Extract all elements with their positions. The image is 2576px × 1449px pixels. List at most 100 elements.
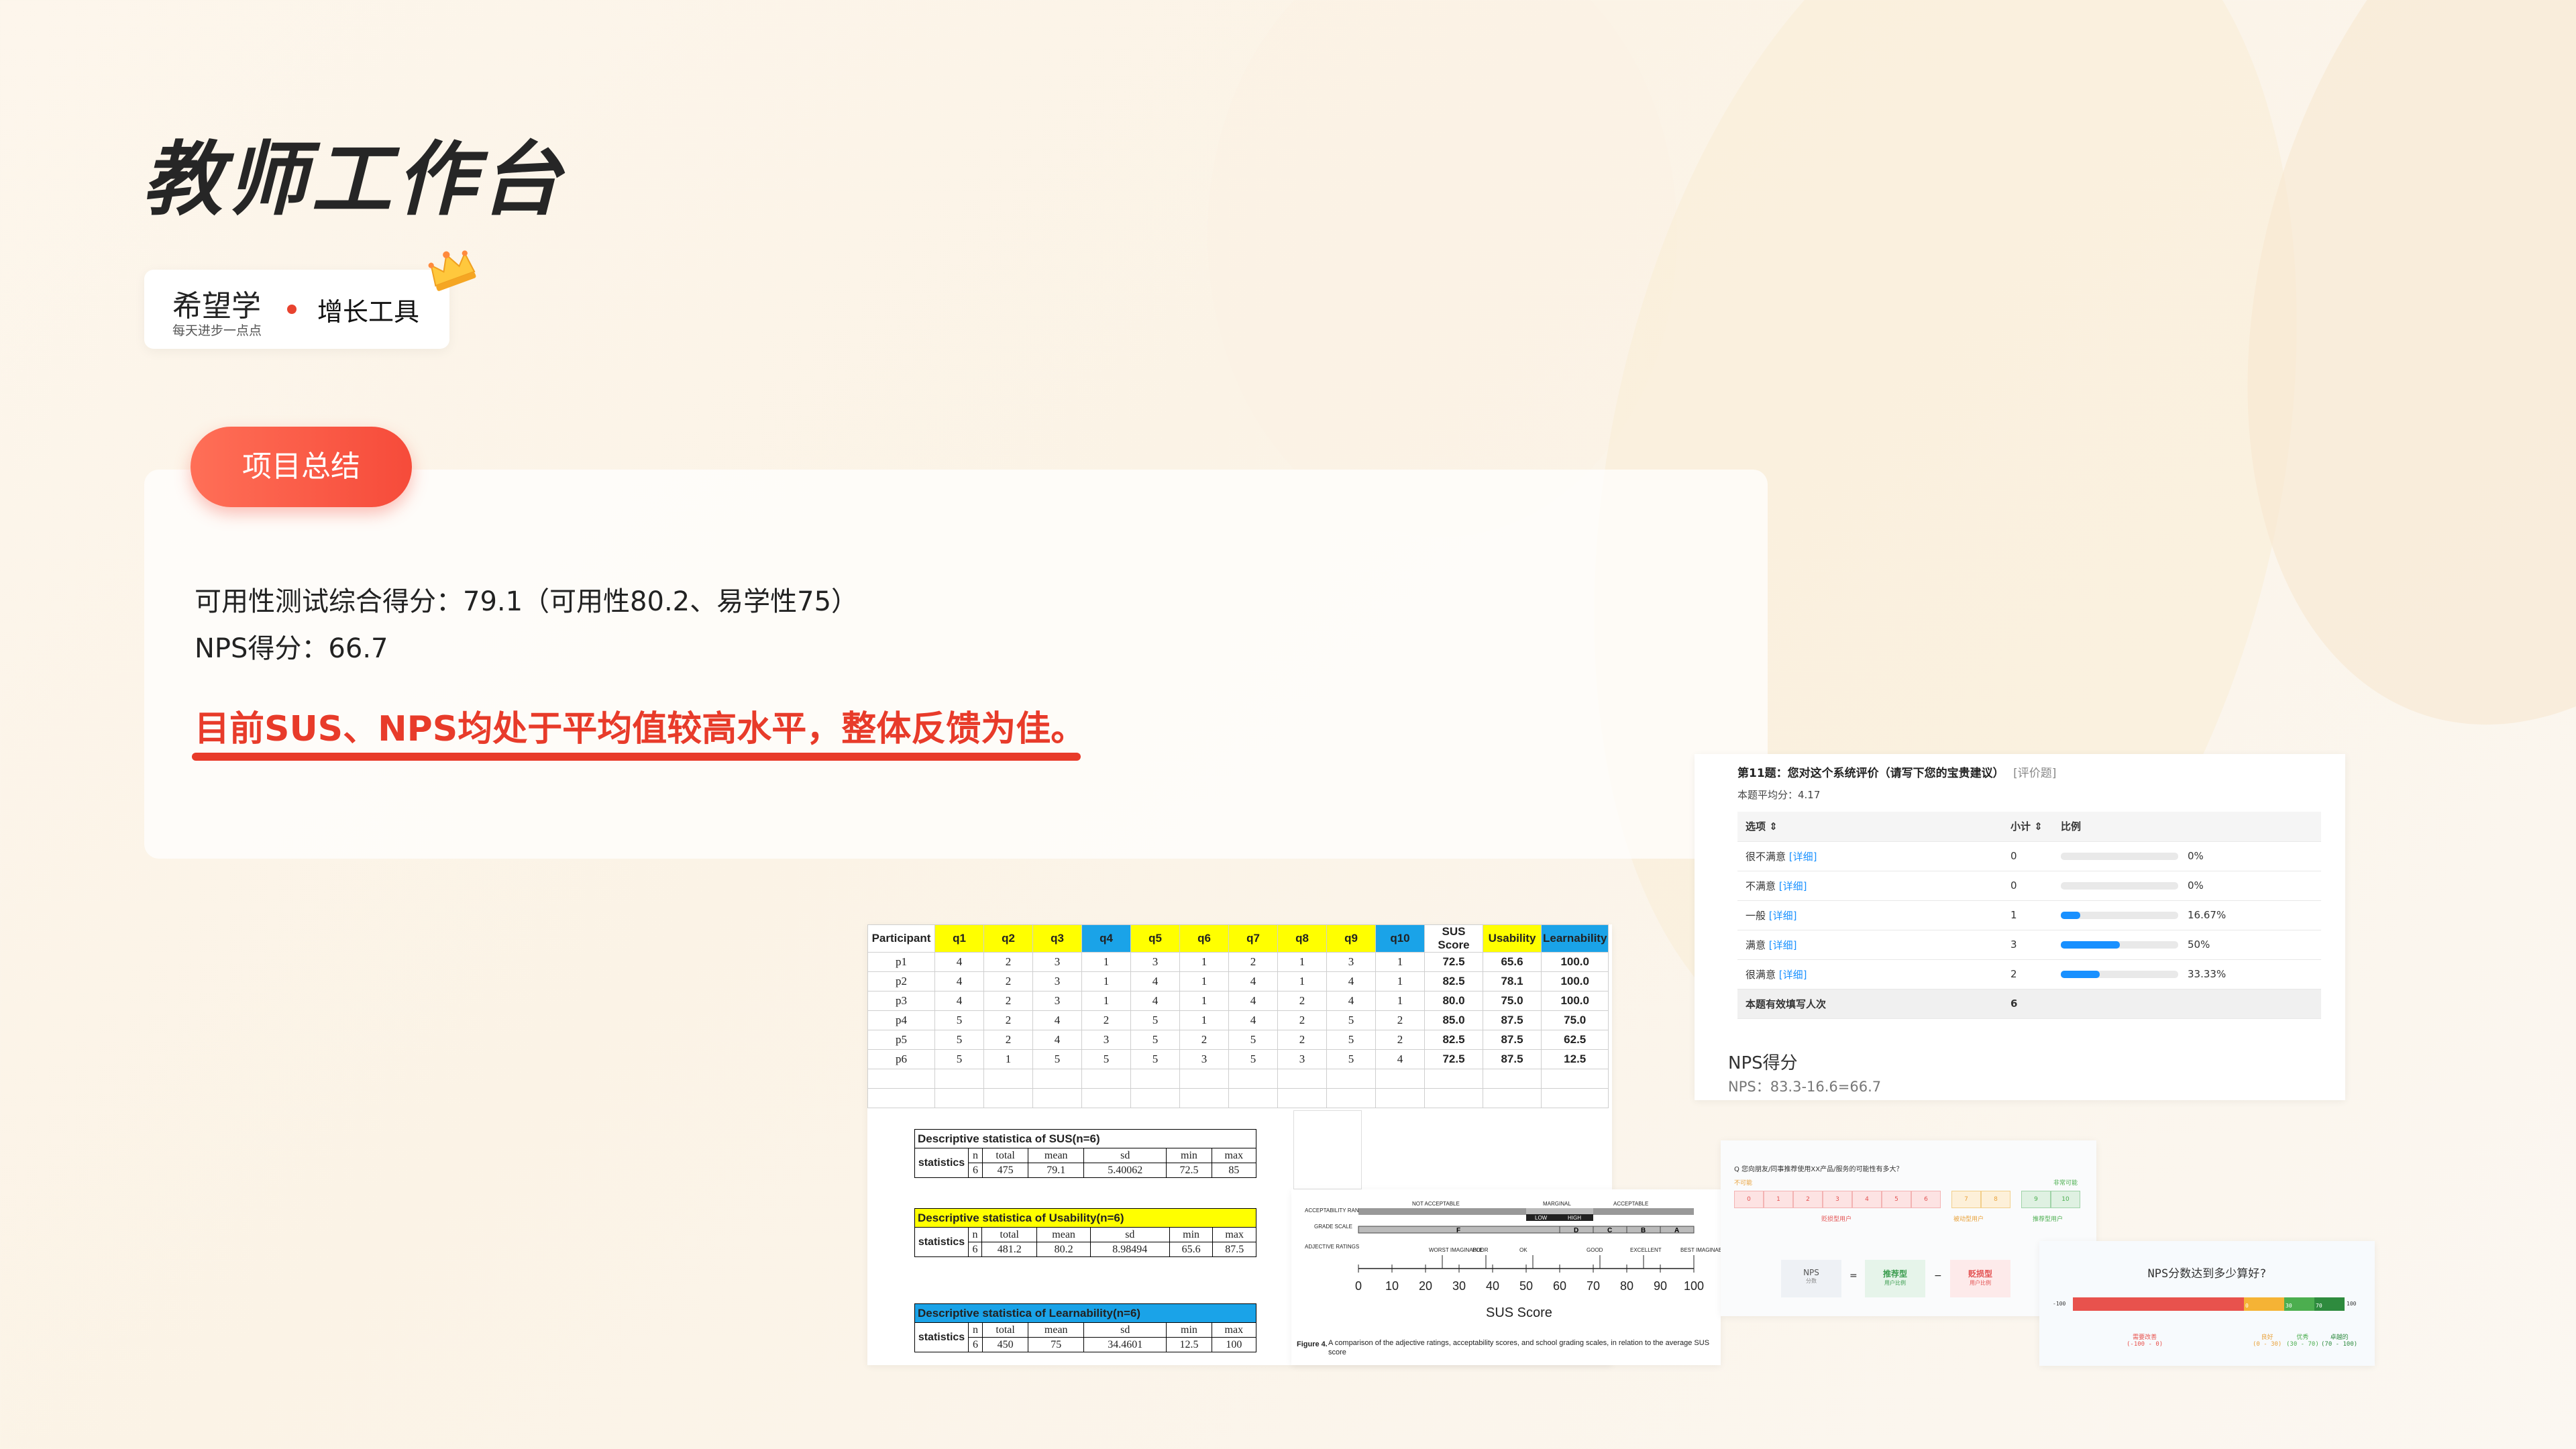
option-ratio: 0% <box>2188 879 2204 892</box>
table-cell: 100.0 <box>1540 952 1609 972</box>
stat-value: 6 <box>967 1242 983 1257</box>
adjective-label: ADJECTIVE RATINGS <box>1305 1244 1359 1250</box>
tick-label: 50 <box>1519 1279 1533 1293</box>
table-cell: 5 <box>934 1010 984 1030</box>
rating-option-10[interactable]: 10 <box>2051 1191 2080 1208</box>
nps-formula-box: NPS 分数 <box>1781 1260 1841 1297</box>
nps-score-text: NPS得分：66.7 <box>195 633 388 664</box>
tick-label: 70 <box>1587 1279 1600 1293</box>
rating-option-8[interactable]: 8 <box>1981 1191 2010 1208</box>
stat-value: 75 <box>1028 1337 1085 1352</box>
table-cell: 1 <box>1179 1010 1229 1030</box>
survey-table: 选项 ⇕ 小计 ⇕ 比例 很不满意 [详细] 0 0% 不满意 [详细] 0 0% 一般 [… <box>1737 812 2321 1019</box>
table-cell: 1 <box>1179 971 1229 991</box>
table-cell: 2 <box>983 971 1033 991</box>
header-cell: q5 <box>1130 924 1180 953</box>
stat-col: sd <box>1089 1227 1170 1242</box>
band-excellent: 30 <box>2284 1297 2314 1311</box>
rating-option-7[interactable]: 7 <box>1951 1191 1981 1208</box>
stat-value: 65.6 <box>1169 1242 1214 1257</box>
detractor-box-sub: 用户比例 <box>1970 1280 1991 1286</box>
header-cell: Learnability <box>1540 924 1609 953</box>
stat-label: statistics <box>914 1148 969 1178</box>
stat-label: statistics <box>914 1227 969 1257</box>
rating-option-1[interactable]: 1 <box>1764 1191 1793 1208</box>
stat-value: 5.40062 <box>1083 1163 1167 1178</box>
table-cell: 2 <box>983 991 1033 1011</box>
detail-link[interactable]: [详细] <box>1769 939 1797 951</box>
scale-max: 100 <box>2347 1301 2357 1307</box>
rating-option-3[interactable]: 3 <box>1823 1191 1852 1208</box>
table-cell: 3 <box>1130 952 1180 972</box>
rating-option-0[interactable]: 0 <box>1734 1191 1764 1208</box>
rating-option-9[interactable]: 9 <box>2021 1191 2051 1208</box>
descriptive-title: Descriptive statistica of Usability(n=6) <box>914 1208 1256 1227</box>
band-range: (30 - 70) <box>2286 1341 2319 1348</box>
adjective-rating: EXCELLENT <box>1630 1247 1662 1253</box>
table-cell: p3 <box>867 991 935 1011</box>
grade-letter: A <box>1674 1227 1679 1234</box>
table-cell: 5 <box>1130 1010 1180 1030</box>
descriptive-table: statistics n total mean sd min max 6 481.2 80.2… <box>914 1227 1256 1257</box>
blank-cell-overlay <box>1293 1110 1362 1189</box>
table-cell: 2 <box>1179 1030 1229 1050</box>
ratio-bar <box>2061 912 2178 919</box>
descriptive-title: Descriptive statistica of SUS(n=6) <box>914 1129 1256 1148</box>
table-cell: 2 <box>1277 1030 1327 1050</box>
detail-link[interactable]: [详细] <box>1779 969 1807 981</box>
table-cell: 2 <box>1375 1030 1425 1050</box>
option-label: 一般 <box>1746 909 1766 922</box>
ratio-bar-fill <box>2061 941 2120 949</box>
table-cell: 4 <box>934 991 984 1011</box>
table-cell: 4 <box>1326 991 1376 1011</box>
table-cell: 87.5 <box>1483 1049 1542 1069</box>
header-cell: q10 <box>1375 924 1425 953</box>
table-cell: 2 <box>1081 1010 1131 1030</box>
detail-link[interactable]: [详细] <box>1769 910 1797 922</box>
table-cell: 5 <box>1326 1010 1376 1030</box>
column-option[interactable]: 选项 ⇕ <box>1737 812 2002 842</box>
stat-col: min <box>1166 1148 1212 1163</box>
detail-link[interactable]: [详细] <box>1779 880 1807 892</box>
band-name: 需要改善 <box>2133 1334 2157 1341</box>
table-cell: 1 <box>1081 991 1131 1011</box>
table-cell: 5 <box>1326 1030 1376 1050</box>
survey-row: 不满意 [详细] 0 0% <box>1737 871 2321 901</box>
table-header-row: Participant q1 q2 q3 q4 q5 q6 q7 q8 q9 q… <box>867 924 1609 953</box>
band-range: (70 - 100) <box>2321 1341 2358 1348</box>
separator-dot <box>287 305 297 314</box>
nps-title: NPS得分 <box>1728 1053 1798 1073</box>
rating-option-4[interactable]: 4 <box>1852 1191 1882 1208</box>
ratio-bar <box>2061 941 2178 949</box>
ratio-bar-fill <box>2061 971 2100 978</box>
band-good: 0 <box>2244 1297 2284 1311</box>
header-cell: q9 <box>1326 924 1376 953</box>
table-cell: 1 <box>1179 991 1229 1011</box>
table-cell: 100.0 <box>1540 991 1609 1011</box>
nps-benchmark-screenshot: NPS分数达到多少算好? -100 100 0 30 70 需要改善 (-100 … <box>2039 1241 2375 1366</box>
table-cell: 1 <box>1375 991 1425 1011</box>
column-count[interactable]: 小计 ⇕ <box>2002 812 2053 842</box>
stat-value: 72.5 <box>1166 1163 1212 1178</box>
stat-value: 6 <box>968 1163 983 1178</box>
detail-link[interactable]: [详细] <box>1789 851 1817 863</box>
tick-label: 30 <box>1452 1279 1466 1293</box>
rating-option-5[interactable]: 5 <box>1882 1191 1911 1208</box>
stat-value: 100 <box>1211 1337 1257 1352</box>
table-cell: 3 <box>1081 1030 1131 1050</box>
table-cell: 85.0 <box>1424 1010 1483 1030</box>
table-row: p1 4 2 3 1 3 1 2 1 3 1 72.5 65.6 100.0 <box>867 952 1609 972</box>
table-cell: 87.5 <box>1483 1030 1542 1050</box>
table-cell: 2 <box>1277 1010 1327 1030</box>
question-type-tag: [评价题] <box>2013 767 2057 780</box>
conclusion-highlight: 目前SUS、NPS均处于平均值较高水平，整体反馈为佳。 <box>195 709 1086 749</box>
rating-option-6[interactable]: 6 <box>1911 1191 1941 1208</box>
table-cell: 1 <box>1375 971 1425 991</box>
table-cell: 5 <box>1081 1049 1131 1069</box>
table-cell: 87.5 <box>1483 1010 1542 1030</box>
header-cell: q4 <box>1081 924 1131 953</box>
table-cell: p6 <box>867 1049 935 1069</box>
acceptable-bar <box>1593 1208 1694 1215</box>
table-cell: 75.0 <box>1483 991 1542 1011</box>
rating-option-2[interactable]: 2 <box>1793 1191 1823 1208</box>
